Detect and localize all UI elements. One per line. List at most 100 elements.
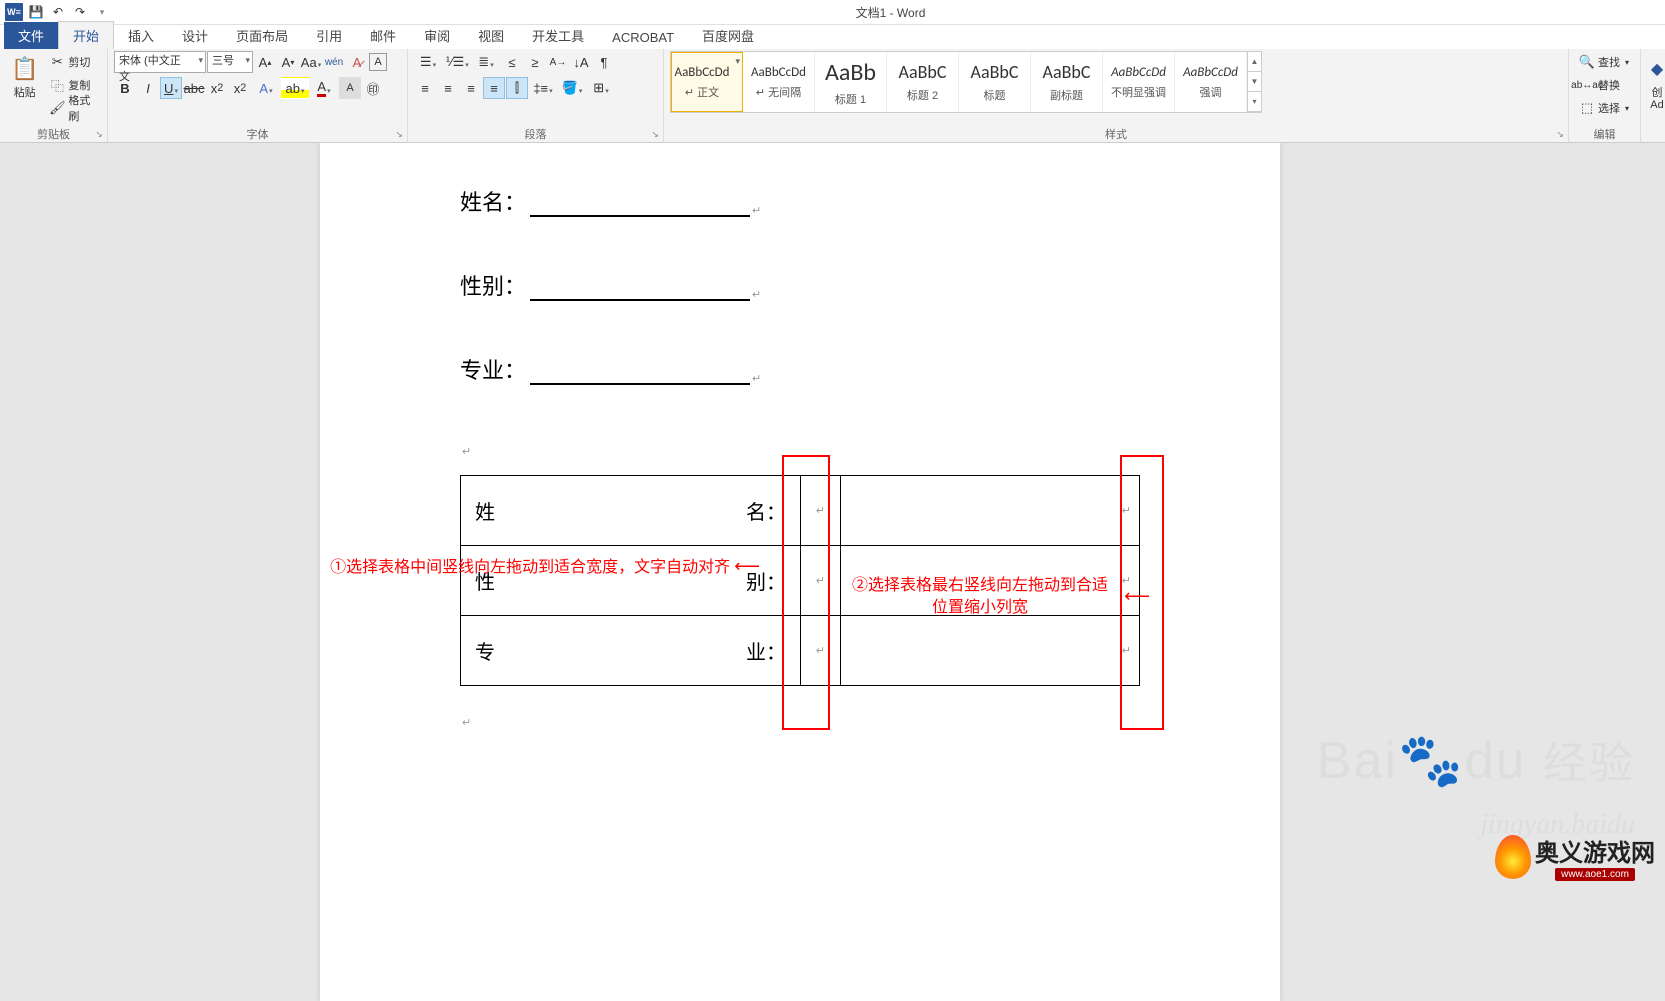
font-name-select[interactable]: 宋体 (中文正文 [114, 51, 206, 73]
clear-formatting-button[interactable]: A̷ [346, 51, 368, 73]
bullets-button[interactable]: ☰ [414, 51, 442, 73]
group-font: 宋体 (中文正文 三号 A▴ A▾ Aa wén A̷ A B I U abc … [108, 49, 408, 142]
tab-acrobat[interactable]: ACROBAT [598, 26, 688, 49]
style-item-1[interactable]: AaBbCcDd↵ 无间隔 [743, 52, 815, 112]
tab-review[interactable]: 审阅 [410, 22, 464, 49]
phonetic-guide-button[interactable]: wén [323, 51, 345, 73]
field-2[interactable]: 专业：↵ [460, 351, 1200, 385]
tab-insert[interactable]: 插入 [114, 22, 168, 49]
field-0[interactable]: 姓名：↵ [460, 183, 1200, 217]
qat-dropdown-icon[interactable]: ▾ [92, 2, 112, 22]
clipboard-launcher-icon[interactable]: ↘ [93, 128, 105, 140]
shrink-font-button[interactable]: A▾ [277, 51, 299, 73]
ltr-button[interactable]: A→ [547, 51, 569, 73]
table-right-cell[interactable]: ↵ [841, 616, 1140, 686]
increase-indent-button[interactable]: ≥ [524, 51, 546, 73]
word-app-icon[interactable]: W≡ [4, 2, 24, 22]
tab-file[interactable]: 文件 [4, 22, 58, 49]
superscript-button[interactable]: x2 [229, 77, 251, 99]
highlight-box-middle [782, 455, 830, 730]
field-underline[interactable] [530, 361, 750, 385]
char-shading-button[interactable]: A [339, 77, 361, 99]
enclose-char-button[interactable]: ㊞ [362, 77, 384, 99]
multilevel-button[interactable]: ≣ [472, 51, 500, 73]
show-marks-button[interactable]: ¶ [593, 51, 615, 73]
arrow-left-icon: ⟵ [734, 556, 760, 576]
group-clipboard: 📋 粘贴 ✂剪切 ⿻复制 🖌格式刷 剪贴板 ↘ [0, 49, 108, 142]
tab-layout[interactable]: 页面布局 [222, 22, 302, 49]
align-center-button[interactable]: ≡ [437, 77, 459, 99]
redo-icon[interactable]: ↷ [70, 2, 90, 22]
save-icon[interactable]: 💾 [26, 2, 46, 22]
gallery-down-icon[interactable]: ▼ [1248, 72, 1261, 92]
numbering-button[interactable]: ⅟☰ [443, 51, 471, 73]
char-border-button[interactable]: A [369, 53, 387, 71]
underline-button[interactable]: U [160, 77, 182, 99]
painter-icon: 🖌 [49, 100, 65, 116]
change-case-button[interactable]: Aa [300, 51, 322, 73]
tab-baidu[interactable]: 百度网盘 [688, 22, 768, 49]
style-item-2[interactable]: AaBb标题 1 [815, 52, 887, 112]
borders-button[interactable]: ⊞ [587, 77, 615, 99]
style-item-0[interactable]: AaBbCcDd↵ 正文 [671, 52, 743, 112]
undo-icon[interactable]: ↶ [48, 2, 68, 22]
table-right-cell[interactable]: ↵ [841, 476, 1140, 546]
flame-icon [1495, 835, 1531, 879]
field-label: 专业： [460, 353, 526, 385]
ribbon-tabs: 文件 开始 插入 设计 页面布局 引用 邮件 审阅 视图 开发工具 ACROBA… [0, 25, 1665, 49]
style-name: ↵ 正文 [685, 84, 719, 100]
italic-button[interactable]: I [137, 77, 159, 99]
style-name: 强调 [1200, 84, 1222, 100]
tab-mailings[interactable]: 邮件 [356, 22, 410, 49]
field-underline[interactable] [530, 277, 750, 301]
select-button[interactable]: ⬚选择▾ [1575, 97, 1633, 119]
tab-design[interactable]: 设计 [168, 22, 222, 49]
gallery-more-icon[interactable]: ▾ [1248, 92, 1261, 112]
find-label: 查找 [1598, 54, 1620, 70]
text-effects-button[interactable]: A [252, 77, 280, 99]
strike-button[interactable]: abc [183, 77, 205, 99]
format-painter-button[interactable]: 🖌格式刷 [45, 97, 101, 119]
page-body[interactable]: 姓名：↵性别：↵专业：↵ ↵ 姓 名：↵↵性 别：↵↵专 业：↵↵ ①选择表格中… [320, 183, 1280, 746]
tab-home[interactable]: 开始 [58, 21, 114, 49]
shading-button[interactable]: 🪣 [558, 77, 586, 99]
find-button[interactable]: 🔍查找▾ [1575, 51, 1633, 73]
replace-button[interactable]: ab↔ac替换 [1575, 74, 1633, 96]
tab-dev[interactable]: 开发工具 [518, 22, 598, 49]
style-item-5[interactable]: AaBbC副标题 [1031, 52, 1103, 112]
gallery-up-icon[interactable]: ▲ [1248, 52, 1261, 72]
table-label-cell[interactable]: 姓 名： [461, 476, 801, 546]
line-spacing-button[interactable]: ‡≡ [529, 77, 557, 99]
font-color-button[interactable]: A [310, 77, 338, 99]
document-area[interactable]: 姓名：↵性别：↵专业：↵ ↵ 姓 名：↵↵性 别：↵↵专 业：↵↵ ①选择表格中… [0, 143, 1665, 1001]
field-underline[interactable] [530, 193, 750, 217]
table-label-cell[interactable]: 专 业： [461, 616, 801, 686]
highlight-button[interactable]: ab [281, 77, 309, 99]
font-launcher-icon[interactable]: ↘ [393, 128, 405, 140]
styles-launcher-icon[interactable]: ↘ [1554, 128, 1566, 140]
grow-font-button[interactable]: A▴ [254, 51, 276, 73]
quick-access-toolbar: W≡ 💾 ↶ ↷ ▾ [0, 2, 116, 22]
tab-references[interactable]: 引用 [302, 22, 356, 49]
paste-button[interactable]: 📋 粘贴 [6, 51, 43, 101]
style-item-7[interactable]: AaBbCcDd强调 [1175, 52, 1247, 112]
tab-view[interactable]: 视图 [464, 22, 518, 49]
subscript-button[interactable]: x2 [206, 77, 228, 99]
align-left-button[interactable]: ≡ [414, 77, 436, 99]
sort-button[interactable]: ↓A [570, 51, 592, 73]
style-item-3[interactable]: AaBbC标题 2 [887, 52, 959, 112]
justify-button[interactable]: ≡ [483, 77, 505, 99]
font-size-select[interactable]: 三号 [207, 51, 253, 73]
style-preview: AaBb [825, 58, 876, 87]
partial-button[interactable]: ◆ 创 Ad [1647, 51, 1665, 113]
style-item-6[interactable]: AaBbCcDd不明显强调 [1103, 52, 1175, 112]
field-1[interactable]: 性别：↵ [460, 267, 1200, 301]
cut-button[interactable]: ✂剪切 [45, 51, 101, 73]
align-right-button[interactable]: ≡ [460, 77, 482, 99]
arrow-left-icon-2: ⟵ [1124, 585, 1150, 607]
decrease-indent-button[interactable]: ≤ [501, 51, 523, 73]
annotation-1: ①选择表格中间竖线向左拖动到适合宽度，文字自动对齐 ⟵ [240, 555, 760, 579]
paragraph-launcher-icon[interactable]: ↘ [649, 128, 661, 140]
distributed-button[interactable]: ⫿ [506, 77, 528, 99]
style-item-4[interactable]: AaBbC标题 [959, 52, 1031, 112]
